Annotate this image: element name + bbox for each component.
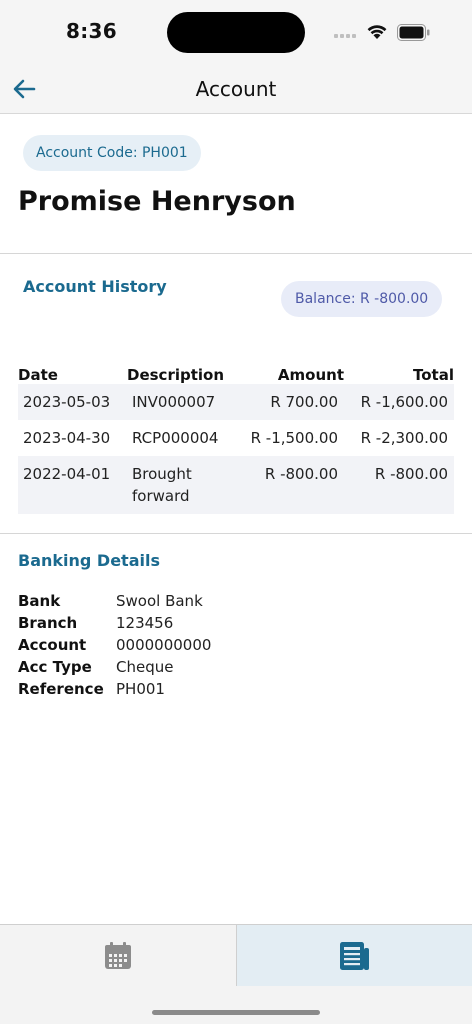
account-history-title: Account History <box>23 277 167 296</box>
row-date: 2023-05-03 <box>18 384 127 420</box>
table-row: 2022-04-01 Brought forward R -800.00 R -… <box>18 456 454 514</box>
banking-details-list: Bank Swool Bank Branch 123456 Account 00… <box>18 590 211 700</box>
tab-statement[interactable] <box>235 925 472 986</box>
row-amount: R -800.00 <box>244 456 344 514</box>
row-amount: R 700.00 <box>244 384 344 420</box>
account-code-badge: Account Code: PH001 <box>23 135 201 171</box>
status-bar: 8:36 <box>0 0 472 64</box>
cellular-signal-icon <box>334 34 356 38</box>
bank-detail-value: 123456 <box>116 614 174 632</box>
status-time: 8:36 <box>66 19 117 43</box>
dynamic-island <box>167 12 305 53</box>
row-description: INV000007 <box>127 384 244 420</box>
row-total: R -2,300.00 <box>360 429 448 447</box>
bank-detail-row: Acc Type Cheque <box>18 656 211 678</box>
row-total: R -800.00 <box>344 456 454 514</box>
bank-detail-label: Account <box>18 636 87 654</box>
column-header-description: Description <box>127 366 225 384</box>
row-date: 2023-04-30 <box>23 429 111 447</box>
bank-detail-value: 0000000000 <box>116 636 212 654</box>
balance-badge: Balance: R -800.00 <box>281 281 443 317</box>
battery-icon <box>397 24 430 41</box>
bank-detail-label: Acc Type <box>18 658 92 676</box>
row-amount: R -1,500.00 <box>250 429 338 447</box>
column-header-amount: Amount <box>277 366 344 384</box>
nav-bar: Account <box>0 64 472 114</box>
home-indicator-area <box>0 986 472 1024</box>
column-header-total: Total <box>413 366 454 384</box>
bank-detail-value: PH001 <box>116 680 165 698</box>
customer-name: Promise Henryson <box>18 186 296 217</box>
page-title: Account <box>195 77 277 101</box>
bank-detail-value: Cheque <box>116 658 174 676</box>
wifi-icon <box>367 25 387 39</box>
bank-detail-label: Reference <box>18 680 104 698</box>
bank-detail-label: Branch <box>18 614 78 632</box>
row-total: R -1,600.00 <box>344 384 454 420</box>
banking-details-title: Banking Details <box>18 551 160 570</box>
column-header-date: Date <box>18 366 58 384</box>
section-divider <box>0 533 472 534</box>
bank-detail-row: Branch 123456 <box>18 612 211 634</box>
bank-detail-label: Bank <box>18 592 61 610</box>
statement-icon <box>340 941 370 970</box>
table-row: 2023-04-30 RCP000004 R -1,500.00 R -2,30… <box>18 420 454 456</box>
table-header-row: Date Description Amount Total <box>18 360 454 384</box>
row-description: Brought forward <box>127 456 244 514</box>
bank-detail-value: Swool Bank <box>116 592 203 610</box>
tab-bar <box>0 924 472 986</box>
tab-calendar[interactable] <box>0 925 236 986</box>
bank-detail-row: Bank Swool Bank <box>18 590 211 612</box>
home-indicator[interactable] <box>152 1010 320 1015</box>
bank-detail-row: Reference PH001 <box>18 678 211 700</box>
row-date: 2022-04-01 <box>18 456 127 514</box>
account-history-table: Date Description Amount Total 2023-05-03… <box>18 360 454 514</box>
row-description: RCP000004 <box>132 429 219 447</box>
calendar-icon <box>104 941 131 969</box>
bank-detail-row: Account 0000000000 <box>18 634 211 656</box>
table-row: 2023-05-03 INV000007 R 700.00 R -1,600.0… <box>18 384 454 420</box>
section-divider <box>0 253 472 254</box>
